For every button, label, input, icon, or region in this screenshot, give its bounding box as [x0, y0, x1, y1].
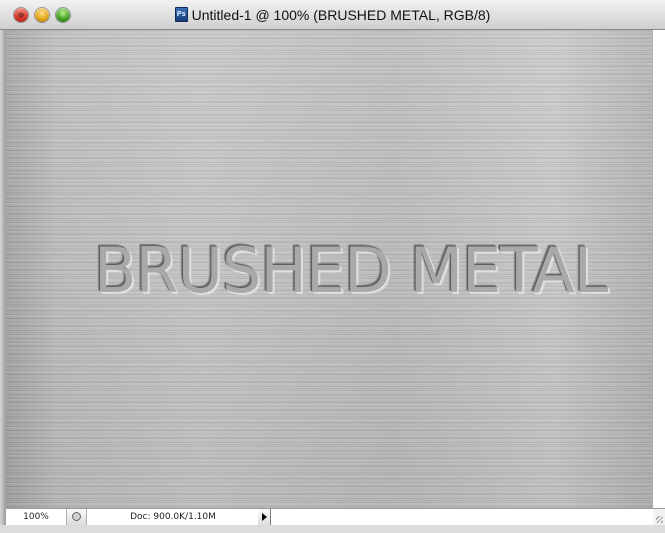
document-window: Untitled-1 @ 100% (BRUSHED METAL, RGB/8)… [0, 0, 665, 533]
title-bar[interactable]: Untitled-1 @ 100% (BRUSHED METAL, RGB/8) [0, 0, 665, 30]
preview-icon [72, 512, 81, 521]
window-title: Untitled-1 @ 100% (BRUSHED METAL, RGB/8) [191, 7, 491, 23]
preview-button[interactable] [67, 509, 87, 525]
window-title-container: Untitled-1 @ 100% (BRUSHED METAL, RGB/8) [0, 7, 665, 23]
resize-handle[interactable] [653, 508, 665, 525]
status-bar: 100% Doc: 900.0K/1.10M [6, 508, 653, 525]
embossed-text-layer: BRUSHED METAL [94, 234, 608, 307]
horizontal-scrollbar[interactable] [272, 509, 653, 525]
zoom-level-field[interactable]: 100% [6, 509, 67, 525]
window-bottom-edge [0, 525, 665, 533]
document-size-info: Doc: 900.0K/1.10M [88, 509, 259, 525]
vertical-scrollbar[interactable] [653, 30, 665, 508]
document-canvas[interactable]: BRUSHED METAL [6, 30, 653, 508]
status-menu-button[interactable] [258, 509, 271, 525]
triangle-right-icon [262, 513, 267, 521]
photoshop-document-icon [174, 7, 188, 22]
